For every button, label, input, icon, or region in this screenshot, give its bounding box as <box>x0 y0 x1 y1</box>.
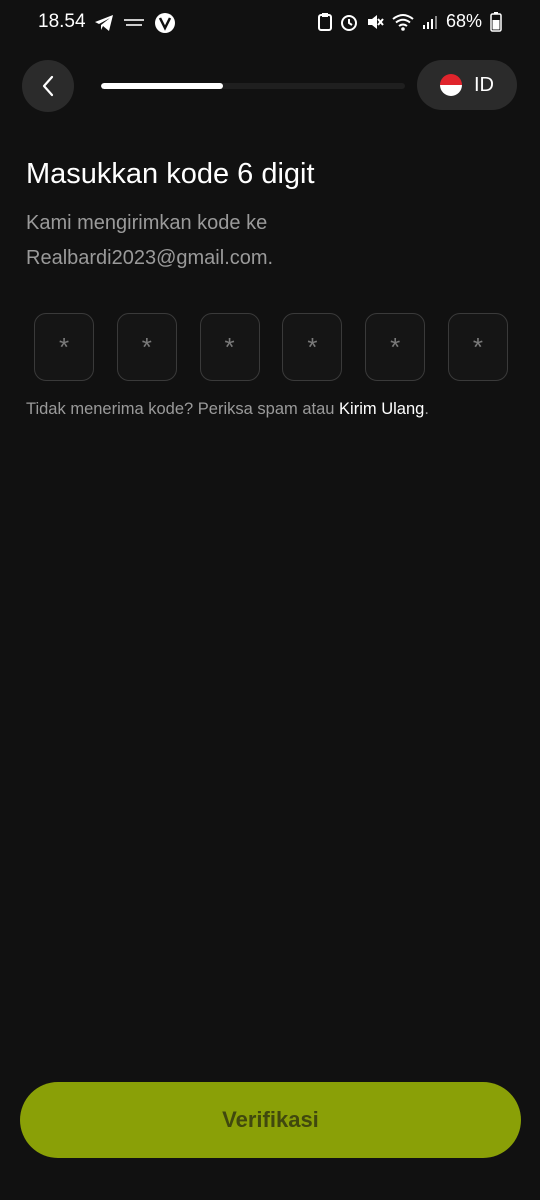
language-selector-button[interactable]: ID <box>417 60 517 110</box>
page-subtitle: Kami mengirimkan kode ke Realbardi2023@g… <box>26 212 274 269</box>
otp-input-group: * * * * * * <box>34 313 508 383</box>
indonesia-flag-icon <box>440 74 462 96</box>
telegram-icon <box>94 14 114 32</box>
status-left-icons <box>94 12 176 34</box>
verify-button[interactable]: Verifikasi <box>20 1082 521 1158</box>
signal-icon <box>422 14 438 30</box>
otp-digit-3[interactable]: * <box>199 313 260 381</box>
resend-link[interactable]: Kirim Ulang <box>339 400 424 418</box>
otp-digit-5[interactable]: * <box>365 313 426 381</box>
page-title: Masukkan kode 6 digit <box>26 158 315 190</box>
battery-percent: 68% <box>445 11 482 31</box>
progress-bar-fill <box>101 83 223 89</box>
otp-digit-2[interactable]: * <box>116 313 177 381</box>
status-time: 18.54 <box>38 11 86 32</box>
otp-digit-4[interactable]: * <box>282 313 343 381</box>
resend-hint-period: . <box>424 400 429 418</box>
wifi-icon <box>392 13 414 31</box>
v-badge-icon <box>154 12 176 34</box>
notification-app-icon <box>122 16 146 30</box>
mute-icon <box>366 13 384 31</box>
status-right-icons: 68% <box>317 11 502 32</box>
progress-bar <box>101 83 405 89</box>
chevron-left-icon <box>41 75 55 97</box>
resend-hint: Tidak menerima kode? Periksa spam atau K… <box>26 400 429 419</box>
otp-digit-1[interactable]: * <box>34 313 94 381</box>
otp-digit-6[interactable]: * <box>447 313 508 381</box>
language-code: ID <box>474 73 494 96</box>
battery-icon <box>490 11 502 32</box>
status-bar: 18.54 68% <box>0 0 540 46</box>
alarm-icon <box>340 13 358 31</box>
resend-hint-text: Tidak menerima kode? Periksa spam atau <box>26 400 340 418</box>
back-button[interactable] <box>22 60 74 112</box>
clipboard-icon <box>317 12 332 31</box>
